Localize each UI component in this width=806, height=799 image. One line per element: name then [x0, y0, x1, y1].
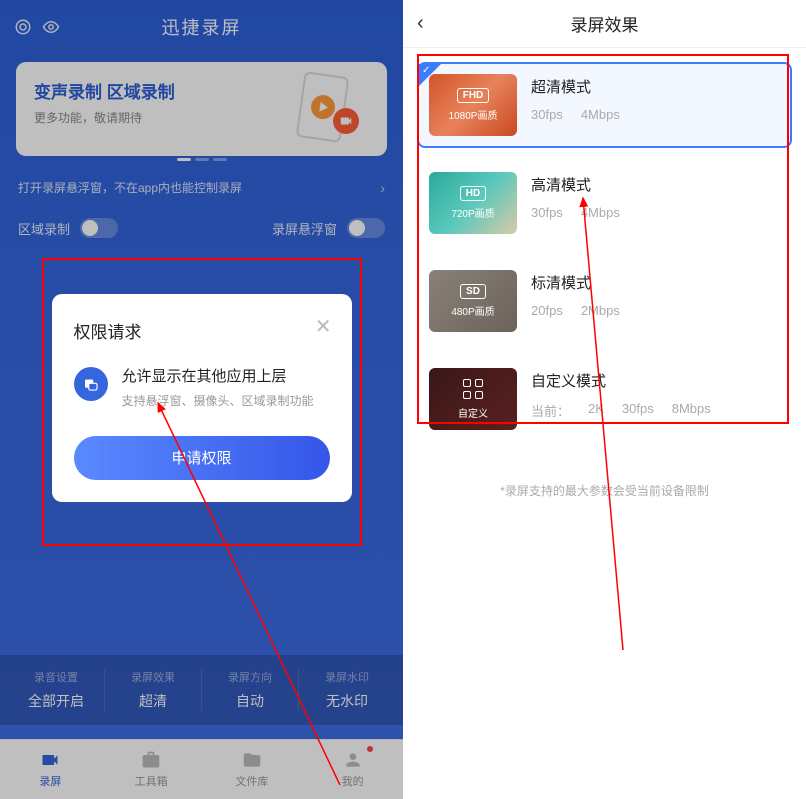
- option-custom[interactable]: 自定义 自定义模式 当前： 2K 30fps 8Mbps: [417, 356, 792, 442]
- permission-desc: 支持悬浮窗、摄像头、区域录制功能: [122, 392, 314, 410]
- main-screen: 迅捷录屏 变声录制 区域录制 更多功能，敬请期待 打开录屏悬浮窗，不在app内也…: [0, 0, 403, 799]
- option-title: 高清模式: [531, 174, 780, 195]
- screen-title: 录屏效果: [571, 11, 639, 36]
- permission-modal: 权限请求 ✕ 允许显示在其他应用上层 支持悬浮窗、摄像头、区域录制功能 申请权限: [52, 294, 352, 502]
- check-icon: ✓: [422, 65, 430, 76]
- thumb-fhd: FHD 1080P画质: [429, 74, 517, 136]
- modal-backdrop: 权限请求 ✕ 允许显示在其他应用上层 支持悬浮窗、摄像头、区域录制功能 申请权限: [0, 0, 403, 799]
- back-button[interactable]: ‹: [417, 12, 424, 35]
- thumb-sd: SD 480P画质: [429, 270, 517, 332]
- thumb-custom: 自定义: [429, 368, 517, 430]
- option-meta: 30fps 4Mbps: [531, 107, 780, 122]
- close-icon[interactable]: ✕: [315, 314, 332, 339]
- option-sd[interactable]: SD 480P画质 标清模式 20fps 2Mbps: [417, 258, 792, 344]
- permission-row: 允许显示在其他应用上层 支持悬浮窗、摄像头、区域录制功能: [74, 365, 330, 410]
- option-title: 标清模式: [531, 272, 780, 293]
- permission-title: 允许显示在其他应用上层: [122, 365, 314, 386]
- request-permission-button[interactable]: 申请权限: [74, 436, 330, 480]
- option-title: 自定义模式: [531, 370, 780, 391]
- screen-header: ‹ 录屏效果: [403, 0, 806, 48]
- quality-options-list: ✓ FHD 1080P画质 超清模式 30fps 4Mbps HD 720P画质…: [403, 48, 806, 460]
- quality-settings-screen: ‹ 录屏效果 ✓ FHD 1080P画质 超清模式 30fps 4Mbps HD: [403, 0, 806, 799]
- option-title: 超清模式: [531, 76, 780, 97]
- option-fhd[interactable]: ✓ FHD 1080P画质 超清模式 30fps 4Mbps: [417, 62, 792, 148]
- option-meta: 20fps 2Mbps: [531, 303, 780, 318]
- footer-note: *录屏支持的最大参数会受当前设备限制: [403, 482, 806, 499]
- option-meta: 当前： 2K 30fps 8Mbps: [531, 401, 780, 420]
- thumb-hd: HD 720P画质: [429, 172, 517, 234]
- option-meta: 30fps 4Mbps: [531, 205, 780, 220]
- option-hd[interactable]: HD 720P画质 高清模式 30fps 4Mbps: [417, 160, 792, 246]
- overlay-icon: [74, 367, 108, 401]
- modal-title: 权限请求: [74, 318, 330, 343]
